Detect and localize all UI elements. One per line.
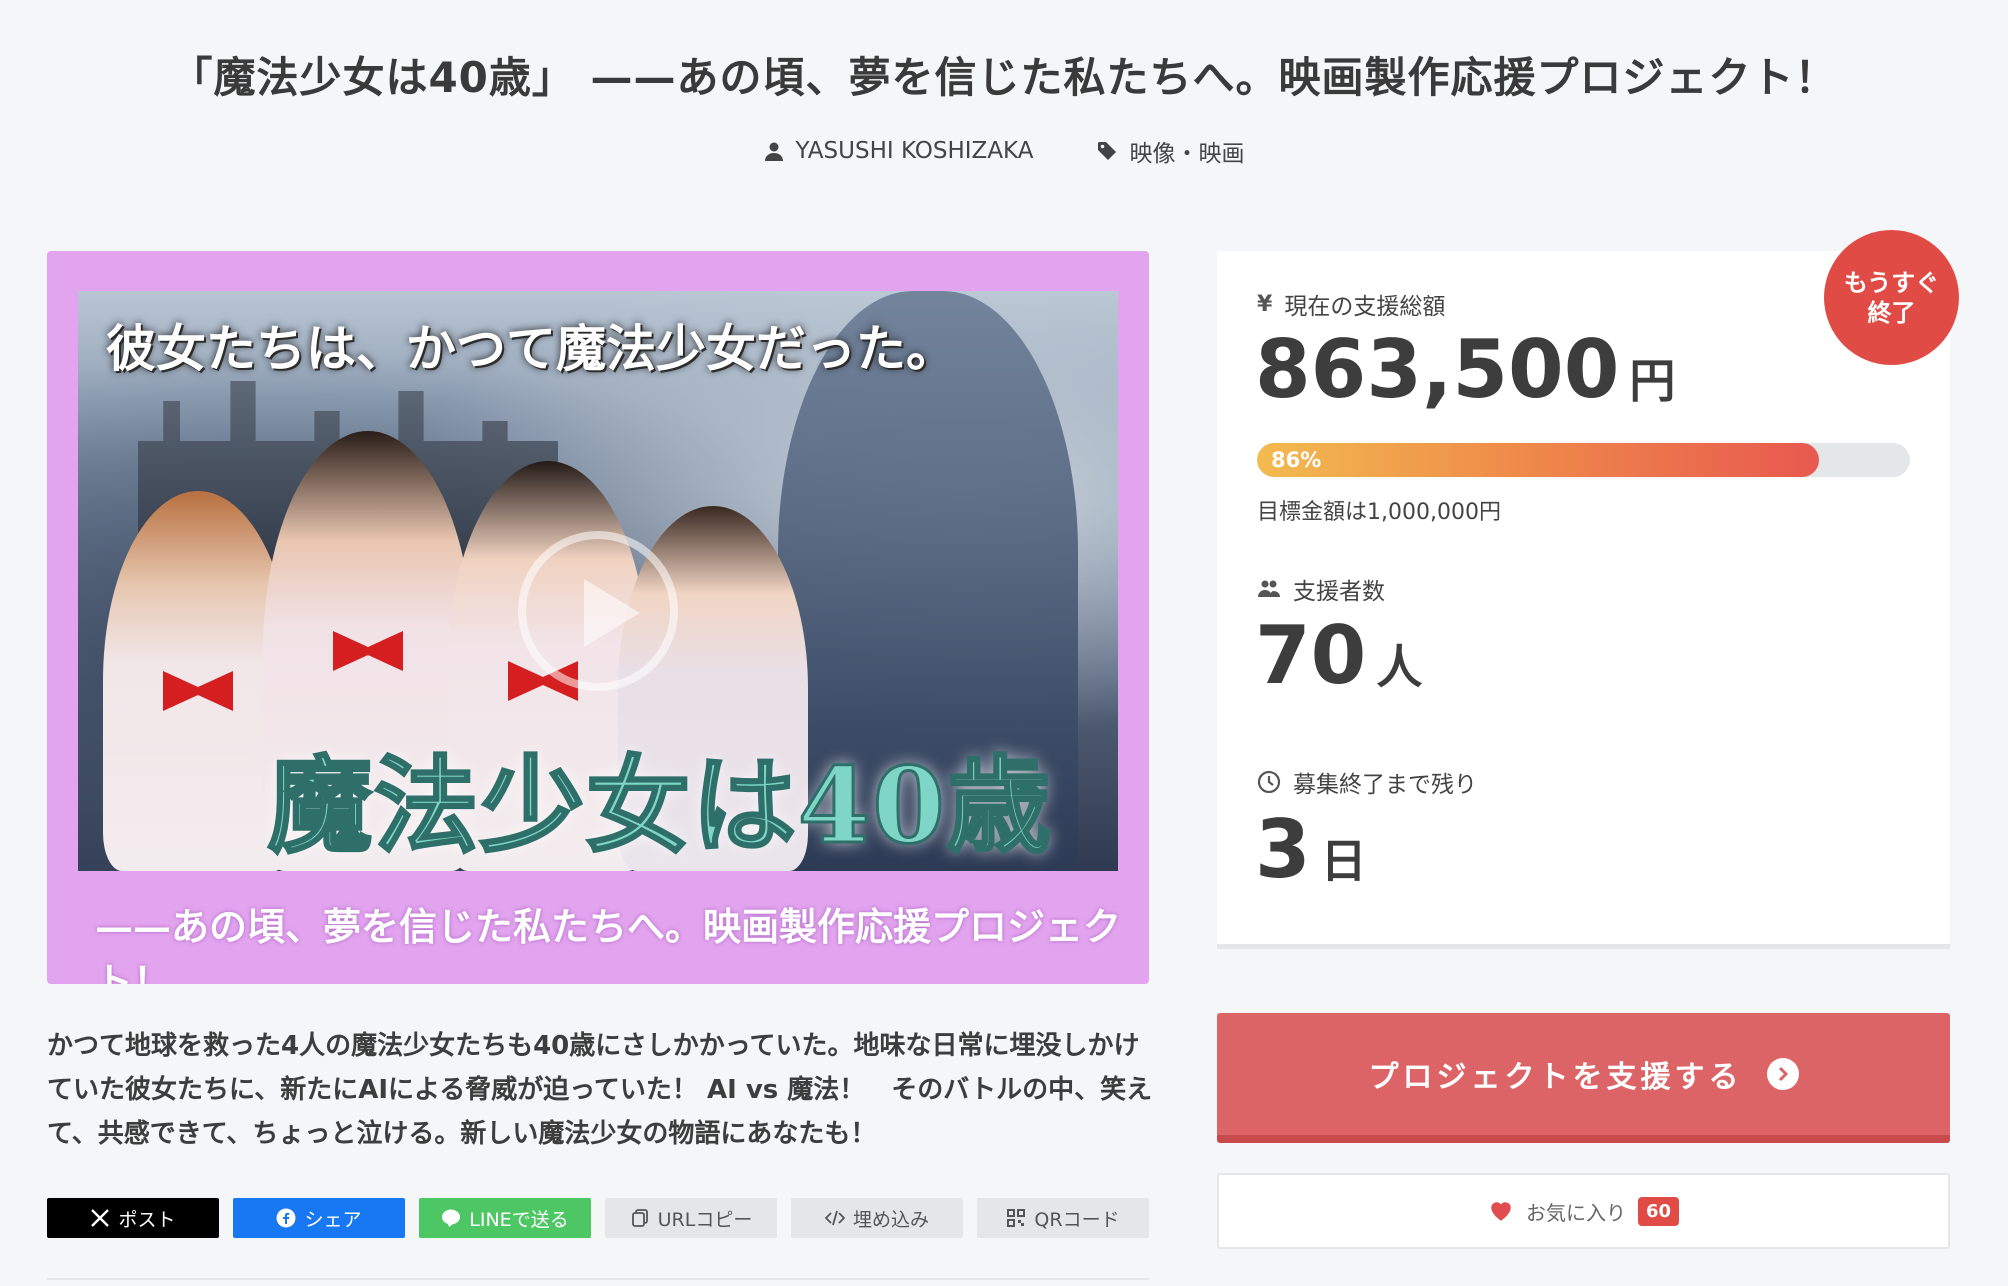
remaining-value-row: 3日 [1255, 803, 1367, 896]
amount-value-row: 863,500 円 [1255, 323, 1675, 416]
copy-icon [631, 1209, 648, 1227]
hero-image: 彼女たちは、かつて魔法少女だった。 魔法少女は40歳 [78, 291, 1118, 871]
favorite-label: お気に入り [1525, 1200, 1626, 1225]
amount-value: 863,500 [1255, 323, 1620, 416]
qr-code-button[interactable]: QRコード [977, 1198, 1149, 1238]
category-name: 映像・映画 [1129, 141, 1245, 167]
favorite-button[interactable]: お気に入り 60 [1217, 1173, 1950, 1249]
line-icon [442, 1209, 461, 1227]
support-project-button[interactable]: プロジェクトを支援する [1217, 1013, 1950, 1143]
yen-icon: ¥ [1257, 291, 1273, 317]
chevron-right-icon [1766, 1058, 1799, 1090]
hero-subtitle: ——あの頃、夢を信じた私たちへ。映画製作応援プロジェクト！ [95, 904, 1122, 984]
goal-text: 目標金額は1,000,000円 [1257, 500, 1501, 525]
hero-tagline: 彼女たちは、かつて魔法少女だった。 [106, 319, 956, 378]
qr-code-icon [1007, 1209, 1026, 1227]
divider [47, 1278, 1149, 1280]
badge-line-2: 終了 [1867, 298, 1916, 327]
share-facebook-button[interactable]: シェア [233, 1198, 405, 1238]
remaining-label: 募集終了まで残り [1293, 772, 1477, 798]
share-line-label: LINEで送る [469, 1208, 569, 1231]
heart-icon [1491, 1202, 1511, 1221]
code-icon [824, 1210, 845, 1226]
supporters-label: 支援者数 [1293, 579, 1385, 605]
share-buttons: ポスト シェア LINEで送る URLコピー 埋め込み QRコード [47, 1198, 1149, 1238]
ending-soon-badge: もうすぐ 終了 [1824, 230, 1959, 365]
amount-label-row: ¥ 現在の支援総額 [1257, 287, 1445, 321]
supporters-unit: 人 [1376, 640, 1423, 694]
stats-card: ¥ 現在の支援総額 863,500 円 86% 目標金額は1,000,000円 支… [1217, 251, 1950, 949]
qr-code-label: QRコード [1034, 1208, 1120, 1231]
user-icon [764, 142, 783, 161]
supporters-value-row: 70 人 [1255, 609, 1422, 702]
progress-fill: 86% [1257, 443, 1819, 477]
remaining-value: 3 [1255, 803, 1311, 896]
amount-label: 現在の支援総額 [1284, 294, 1446, 320]
author-name: YASUSHI KOSHIZAKA [795, 138, 1034, 164]
share-facebook-label: シェア [304, 1208, 362, 1231]
copy-url-label: URLコピー [657, 1208, 753, 1231]
category-link[interactable]: 映像・映画 [1097, 134, 1244, 168]
hero-logo-text: 魔法少女は40歳 [267, 743, 1053, 869]
remaining-unit: 日 [1320, 834, 1367, 888]
share-x-label: ポスト [118, 1208, 176, 1231]
project-meta: YASUSHI KOSHIZAKA 映像・映画 [0, 134, 2008, 168]
support-button-label: プロジェクトを支援する [1368, 1060, 1743, 1095]
author-link[interactable]: YASUSHI KOSHIZAKA [764, 134, 1034, 168]
tag-icon [1098, 142, 1117, 160]
embed-button[interactable]: 埋め込み [791, 1198, 963, 1238]
page-title: 「魔法少女は40歳」 ——あの頃、夢を信じた私たちへ。映画製作応援プロジェクト！ [170, 53, 1838, 102]
share-line-button[interactable]: LINEで送る [419, 1198, 591, 1238]
progress-label: 86% [1271, 448, 1322, 472]
copy-url-button[interactable]: URLコピー [605, 1198, 777, 1238]
supporters-label-row: 支援者数 [1257, 572, 1385, 606]
progress-bar: 86% [1257, 443, 1910, 477]
embed-label: 埋め込み [852, 1208, 929, 1231]
play-icon[interactable] [518, 531, 678, 691]
amount-unit: 円 [1629, 354, 1676, 408]
hero-video[interactable]: 彼女たちは、かつて魔法少女だった。 魔法少女は40歳 ——あの頃、夢を信じた私た… [47, 251, 1149, 984]
share-x-button[interactable]: ポスト [47, 1198, 219, 1238]
project-description: かつて地球を救った4人の魔法少女たちも40歳にさしかかっていた。地味な日常に埋没… [47, 1031, 1153, 1149]
remaining-label-row: 募集終了まで残り [1257, 765, 1477, 799]
favorite-count: 60 [1637, 1196, 1680, 1226]
badge-line-1: もうすぐ [1843, 268, 1940, 297]
x-logo-icon [91, 1209, 110, 1227]
clock-icon [1257, 770, 1281, 794]
supporters-value: 70 [1255, 609, 1367, 702]
users-icon [1258, 580, 1280, 597]
facebook-icon [276, 1208, 296, 1228]
